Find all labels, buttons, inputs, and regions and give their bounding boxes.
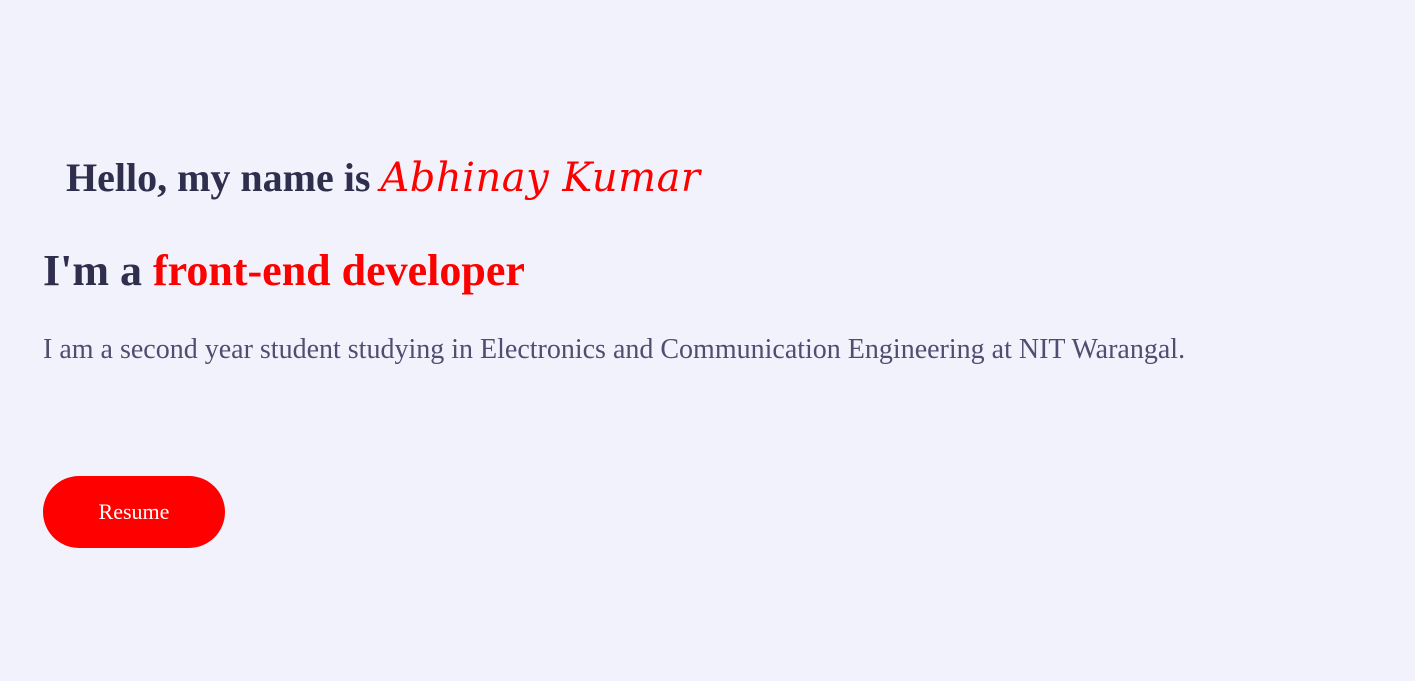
resume-button[interactable]: Resume <box>43 476 225 548</box>
role-heading: I'm a front-end developer <box>43 243 525 299</box>
role-prefix: I'm a <box>43 246 153 295</box>
greeting-prefix: Hello, my name is <box>66 155 381 200</box>
greeting-heading: Hello, my name is Abhinay Kumar <box>66 150 701 206</box>
name-highlight: Abhinay Kumar <box>380 155 701 201</box>
bio-text: I am a second year student studying in E… <box>43 334 1186 365</box>
hero-section: Hello, my name is Abhinay Kumar I'm a fr… <box>43 0 1383 681</box>
role-highlight: front-end developer <box>153 246 525 295</box>
